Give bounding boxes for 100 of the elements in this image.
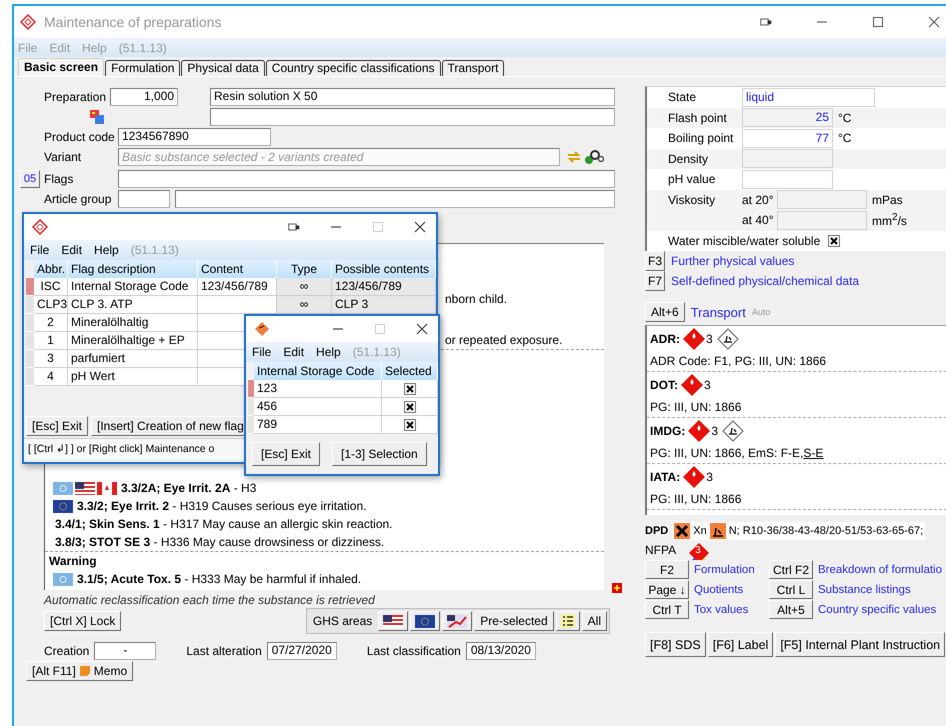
row-marker[interactable] <box>26 296 34 314</box>
table-cell: Mineralölhaltig <box>68 314 198 332</box>
menu-item[interactable]: Help <box>94 243 119 257</box>
link[interactable]: Substance listings <box>818 584 942 596</box>
close-icon[interactable] <box>416 323 428 335</box>
property-field[interactable] <box>742 170 833 189</box>
property-field[interactable]: 25 <box>742 108 833 128</box>
property-field[interactable] <box>742 149 833 168</box>
preparation-name-field[interactable]: Resin solution X 50 <box>210 88 615 106</box>
date-field[interactable]: - <box>94 642 156 660</box>
shortcut-key-button[interactable]: Alt+6 <box>645 302 685 322</box>
link[interactable]: Formulation <box>694 564 764 576</box>
link[interactable]: Self-defined physical/chemical data <box>671 274 860 288</box>
plus-icon[interactable] <box>612 583 622 593</box>
dialog-button[interactable]: [1-3] Selection <box>332 442 427 466</box>
document-button[interactable]: [F8] SDS <box>645 632 706 657</box>
row-marker[interactable] <box>26 314 34 332</box>
shortcut-key-button[interactable]: Page ↓ <box>645 580 689 599</box>
window-layout-icon[interactable] <box>760 16 772 28</box>
eu-flag-button[interactable] <box>410 611 440 631</box>
variant-field[interactable]: Basic substance selected - 2 variants created <box>118 148 560 166</box>
article-group-name-field[interactable] <box>175 190 615 208</box>
shortcut-key-button[interactable]: F7 <box>645 271 665 291</box>
link[interactable]: Quotients <box>694 584 764 596</box>
row-marker[interactable] <box>248 380 254 398</box>
menu-item[interactable]: File <box>252 345 272 359</box>
article-group-code-field[interactable] <box>118 190 170 208</box>
link[interactable]: Tox values <box>694 604 764 616</box>
date-field[interactable]: 07/27/2020 <box>266 642 337 660</box>
maximize-icon[interactable] <box>872 16 884 28</box>
tab[interactable]: Basic screen <box>18 58 104 76</box>
property-field[interactable] <box>777 190 867 210</box>
link[interactable]: Further physical values <box>671 254 794 268</box>
unit-label: °C <box>838 131 852 146</box>
row-marker[interactable] <box>248 416 254 434</box>
tab[interactable]: Transport <box>442 60 504 76</box>
table-cell: CLP3 <box>34 296 68 314</box>
property-field[interactable]: liquid <box>742 88 875 107</box>
flags-button[interactable]: 05 <box>20 170 40 188</box>
checkbox[interactable] <box>404 382 416 395</box>
menu-item[interactable]: Help <box>316 345 341 359</box>
section-link[interactable]: Transport <box>690 304 746 320</box>
row-marker[interactable] <box>26 350 34 368</box>
dialog-button[interactable]: [Esc] Exit <box>252 442 320 466</box>
tab[interactable]: Formulation <box>105 60 180 76</box>
memo-button[interactable]: [Alt F11] Memo <box>26 661 134 681</box>
row-marker[interactable] <box>26 368 34 386</box>
date-field[interactable]: 08/13/2020 <box>466 642 536 660</box>
column-header[interactable]: Internal Storage Code <box>254 362 382 380</box>
menu-item[interactable]: File <box>30 243 50 257</box>
column-header[interactable]: Type <box>277 260 332 278</box>
memo-icon <box>78 665 91 677</box>
row-marker[interactable] <box>26 278 34 296</box>
property-field[interactable] <box>777 210 867 230</box>
column-header[interactable]: Selected <box>382 362 438 380</box>
column-header[interactable]: Flag description <box>68 260 198 278</box>
tab[interactable]: Country specific classifications <box>266 60 441 76</box>
description-field[interactable] <box>210 108 615 126</box>
flag-chart-button[interactable] <box>442 611 472 631</box>
close-icon[interactable] <box>928 16 940 28</box>
unit-label: °C <box>838 110 852 125</box>
close-icon[interactable] <box>414 221 426 233</box>
filter-button[interactable]: All <box>582 611 607 631</box>
document-button[interactable]: [F5] Internal Plant Instruction <box>775 632 946 657</box>
list-button[interactable] <box>556 611 580 631</box>
property-field[interactable]: 77 <box>742 128 833 148</box>
flags-field[interactable] <box>118 170 615 188</box>
shortcut-key-button[interactable]: Ctrl F2 <box>769 560 813 579</box>
window-layout-icon[interactable] <box>288 221 300 233</box>
checkbox[interactable] <box>404 418 416 431</box>
language-flags-icon[interactable] <box>90 110 104 124</box>
transport-details: PG: III, UN: 1866 <box>650 492 742 506</box>
document-button[interactable]: [F6] Label <box>708 632 774 657</box>
column-header[interactable]: Content <box>198 260 277 278</box>
row-marker[interactable] <box>248 398 254 416</box>
tab[interactable]: Physical data <box>181 60 265 76</box>
reclassification-note: Automatic reclassification each time the substance is retrieved <box>42 593 376 607</box>
shortcut-key-button[interactable]: F2 <box>645 560 689 579</box>
shortcut-key-button[interactable]: Alt+5 <box>769 600 813 619</box>
link[interactable]: Country specific values <box>818 604 942 616</box>
dialog-button[interactable]: [Esc] Exit <box>26 416 88 436</box>
version-label: (51.1.13) <box>352 345 401 359</box>
shortcut-key-button[interactable]: Ctrl T <box>645 600 689 619</box>
row-marker[interactable] <box>26 332 34 350</box>
us-flag-button[interactable] <box>378 611 408 631</box>
shortcut-key-button[interactable]: F3 <box>645 251 665 271</box>
ems-link[interactable]: S-E <box>803 446 824 460</box>
menu-item[interactable]: Edit <box>283 345 304 359</box>
link[interactable]: Breakdown of formulatio <box>818 564 942 576</box>
gears-icon[interactable] <box>584 149 604 165</box>
product-code-field[interactable]: 1234567890 <box>118 128 271 146</box>
checkbox[interactable] <box>828 234 840 247</box>
shortcut-key-button[interactable]: Ctrl L <box>769 580 813 599</box>
preparation-number-field[interactable]: 1,000 <box>110 88 178 106</box>
filter-button[interactable]: Pre-selected <box>474 611 554 631</box>
column-header[interactable]: Possible contents <box>332 260 436 278</box>
lock-button[interactable]: [Ctrl X] Lock <box>44 611 122 631</box>
column-header[interactable]: Abbr. <box>34 260 68 278</box>
checkbox[interactable] <box>404 400 416 413</box>
menu-item[interactable]: Edit <box>61 243 82 257</box>
